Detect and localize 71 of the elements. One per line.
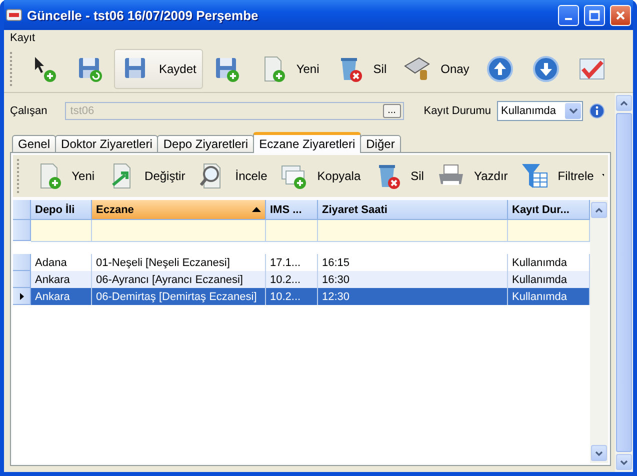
table-cell: 06-Demirtaş [Demirtaş Eczanesi] [92, 288, 266, 305]
chevron-up-icon [620, 100, 628, 106]
tab[interactable]: Doktor Ziyaretleri [55, 135, 158, 153]
scroll-up-button[interactable] [616, 95, 632, 111]
menu-item[interactable]: Kayıt [10, 32, 36, 44]
app-icon [6, 9, 22, 21]
filter-cell[interactable] [508, 220, 590, 242]
dropdown-arrow-icon[interactable] [602, 174, 604, 178]
filter-cell[interactable] [318, 220, 508, 242]
toolbar-button[interactable]: Yazdır [432, 158, 512, 194]
tab[interactable]: Genel [12, 135, 56, 153]
status-dropdown[interactable]: Kullanımda [497, 101, 583, 121]
current-row-icon [20, 292, 24, 300]
table-cell: 12:30 [318, 288, 508, 305]
toolbar-button[interactable]: Onay [396, 49, 476, 89]
table-cell: Kullanımda [508, 288, 590, 305]
grid-scrollbar[interactable] [590, 200, 608, 463]
toolbar-button[interactable]: Sil [328, 49, 394, 89]
scroll-down-button[interactable] [616, 454, 632, 470]
table-cell: Ankara [31, 271, 92, 288]
column-header[interactable]: Ziyaret Saati [318, 200, 508, 220]
sort-arrow-icon [252, 207, 261, 212]
toolbar-button[interactable]: Sil [368, 158, 428, 194]
close-button[interactable] [610, 4, 631, 26]
toolbar-button[interactable]: Kaydet [114, 49, 204, 89]
info-icon[interactable] [589, 103, 605, 119]
table-cell: Kullanımda [508, 271, 590, 288]
table-cell: 10.2... [266, 288, 318, 305]
filter-cell[interactable] [31, 220, 92, 242]
minimize-icon [565, 18, 572, 20]
window-title: Güncelle - tst06 16/07/2009 Perşembe [27, 8, 260, 22]
table-cell: 16:30 [318, 271, 508, 288]
maximize-button[interactable] [584, 4, 605, 26]
toolbar-button[interactable]: Değiştir [102, 158, 190, 194]
arrow-down-icon [531, 54, 562, 84]
tab[interactable]: Depo Ziyaretleri [157, 135, 254, 153]
toolbar-button[interactable]: Kopyala [275, 158, 365, 194]
dropdown-button[interactable] [565, 103, 581, 119]
chevron-down-icon [620, 460, 628, 464]
tab[interactable]: Eczane Ziyaretleri [253, 132, 362, 153]
table-cell: 10.2... [266, 271, 318, 288]
scroll-down-button[interactable] [591, 445, 607, 461]
arrow-up-icon [485, 54, 516, 84]
window-scrollbar[interactable] [615, 93, 633, 472]
chevron-down-icon [568, 108, 578, 114]
employee-label: Çalışan [10, 105, 48, 117]
maximize-icon [589, 10, 600, 20]
close-icon [615, 10, 626, 20]
column-header[interactable]: Kayıt Dur... [508, 200, 590, 220]
column-header[interactable]: Eczane [92, 200, 266, 220]
toolbar-button[interactable]: Yeni [251, 49, 326, 89]
row-header [13, 200, 31, 220]
table-cell: 06-Ayrancı [Ayrancı Eczanesi] [92, 271, 266, 288]
column-header[interactable]: IMS ... [266, 200, 318, 220]
tab[interactable]: Diğer [360, 135, 401, 153]
minimize-button[interactable] [558, 4, 579, 26]
toolbar-button[interactable]: İncele [193, 158, 272, 194]
row-header[interactable] [13, 288, 31, 305]
row-header [13, 220, 31, 241]
scroll-up-button[interactable] [591, 202, 607, 218]
chevron-down-icon [595, 450, 603, 456]
filter-cell[interactable] [266, 220, 318, 242]
toolbar-button[interactable]: Filtrele [516, 158, 598, 194]
filter-cell[interactable] [92, 220, 266, 242]
scroll-thumb[interactable] [616, 113, 632, 452]
chevron-up-icon [595, 208, 603, 212]
table-cell: Ankara [31, 288, 92, 305]
status-label: Kayıt Durumu [424, 105, 491, 117]
toolbar-button[interactable]: Yeni [30, 158, 99, 194]
funnel-table-icon [520, 161, 550, 191]
column-header[interactable]: Depo İli [31, 200, 92, 220]
